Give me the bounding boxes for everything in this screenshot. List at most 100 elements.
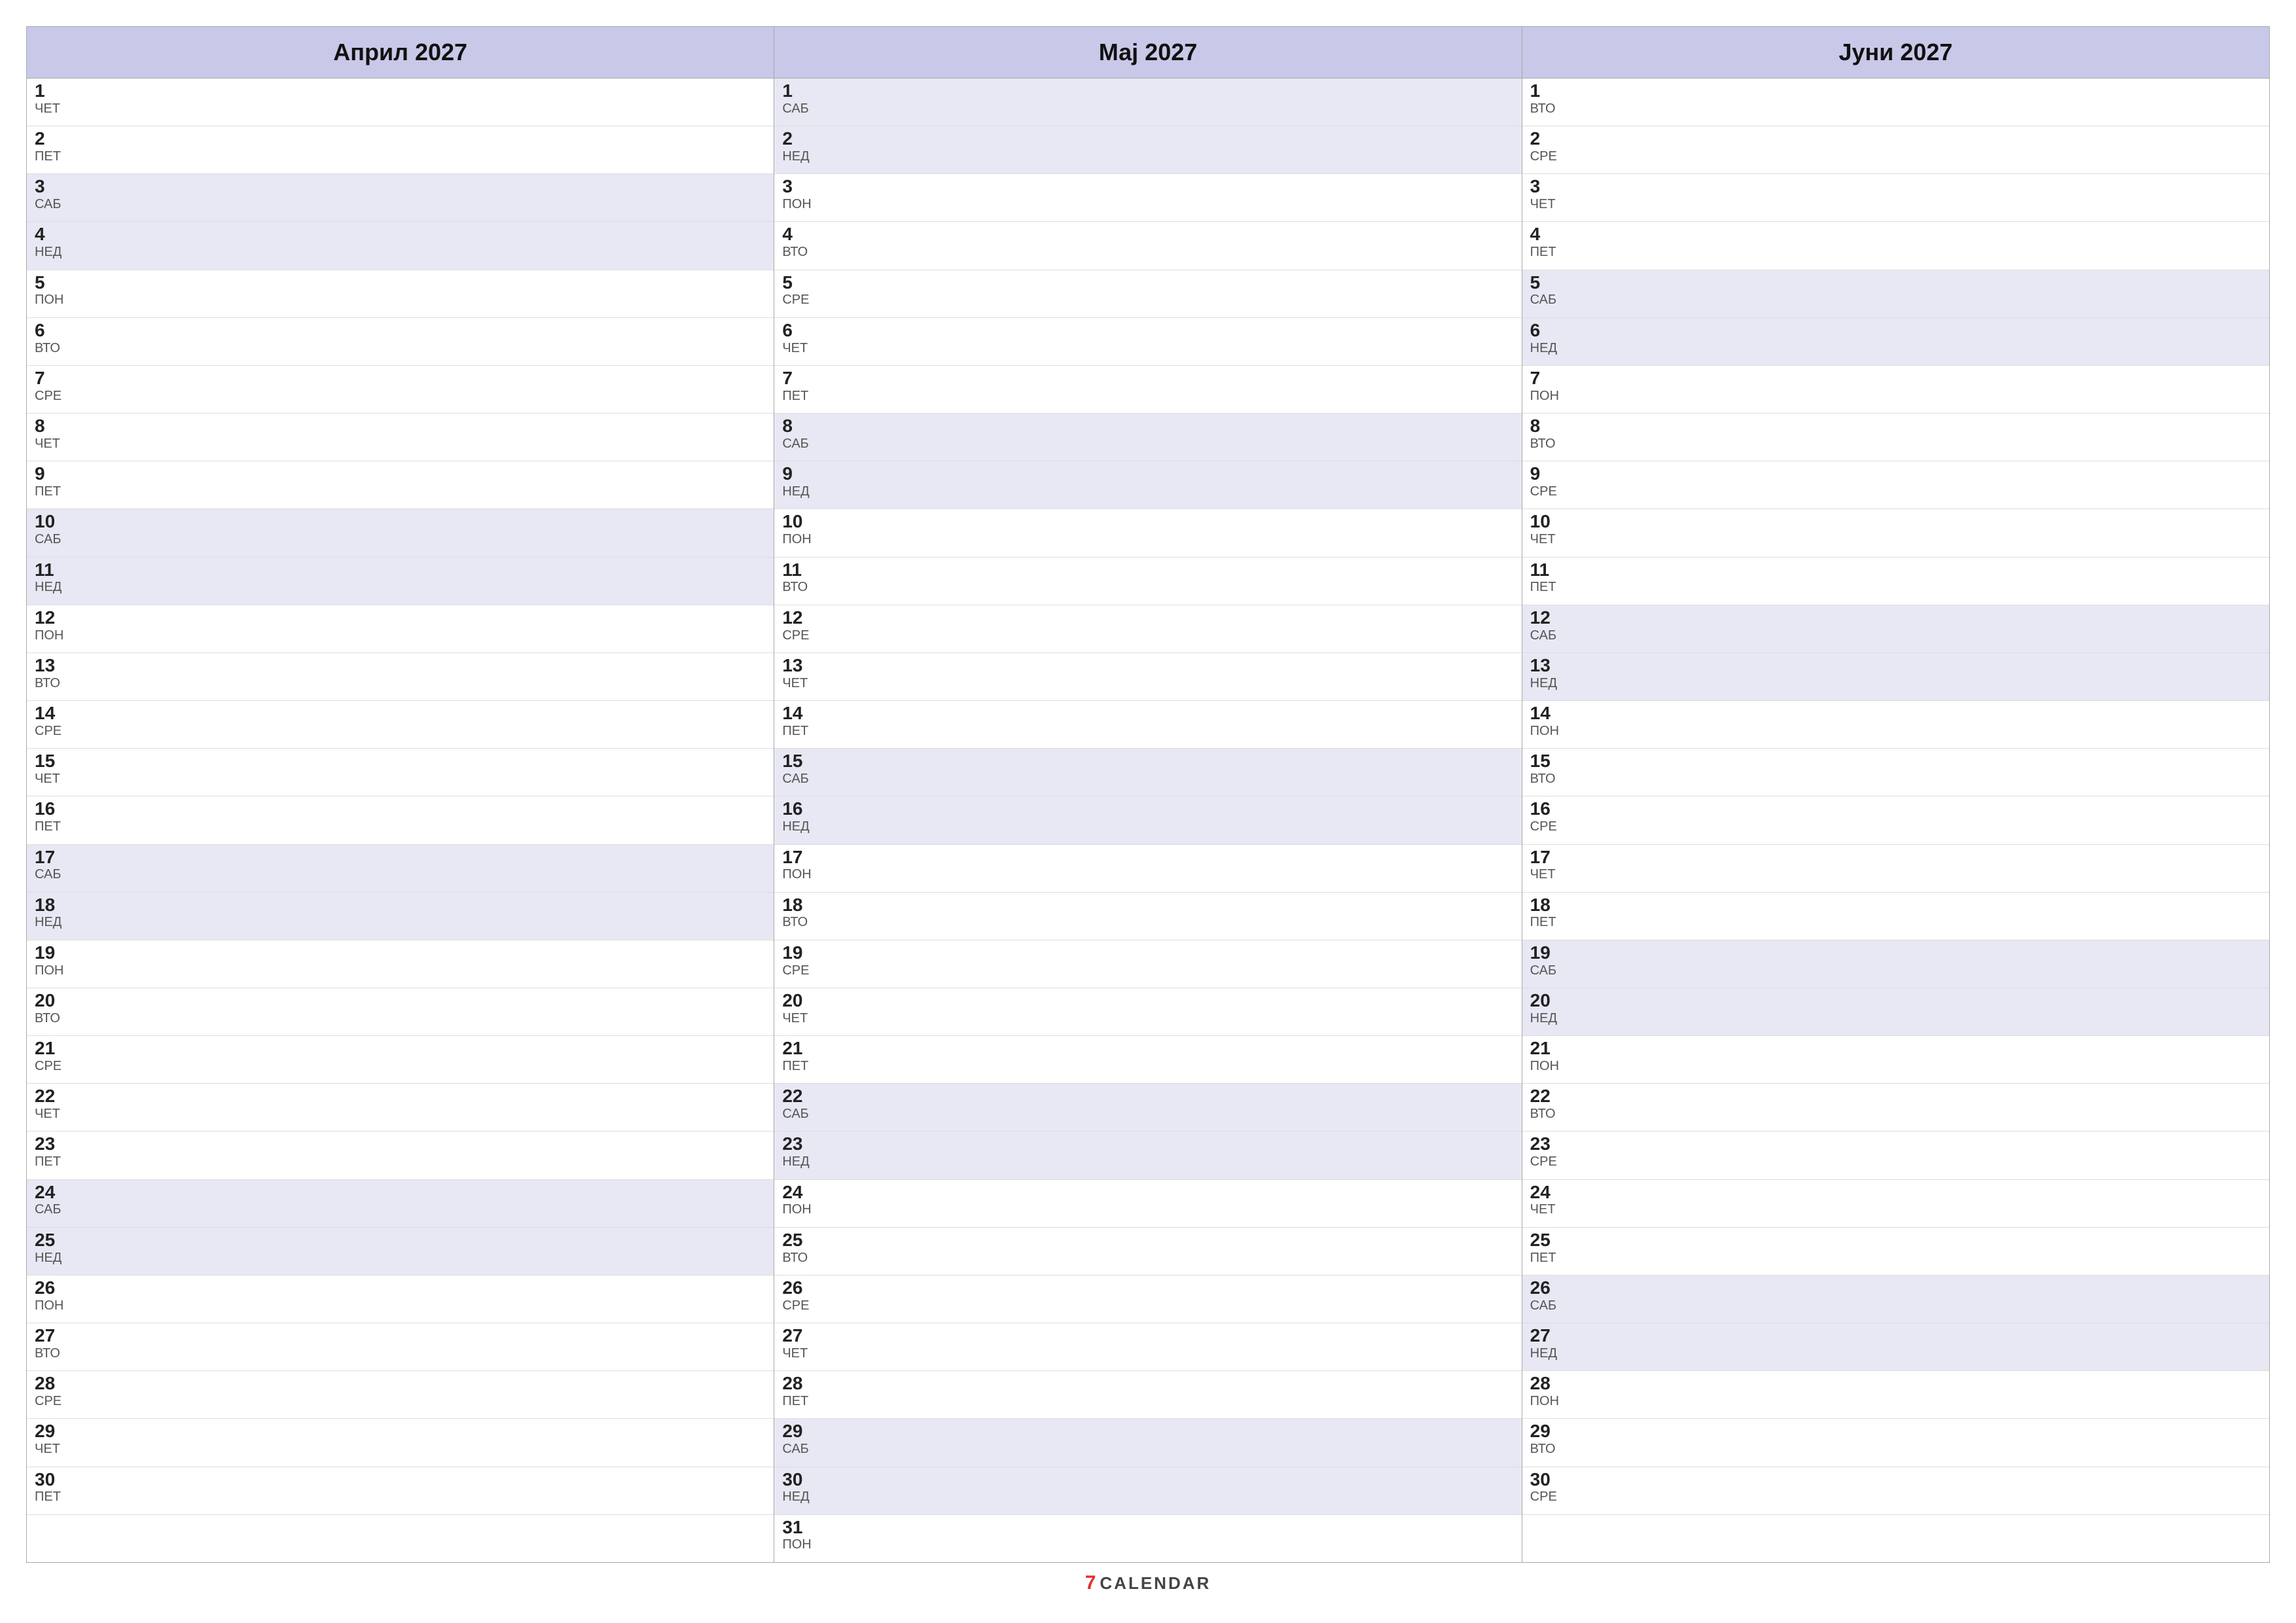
day-name: ПОН: [35, 293, 766, 307]
day-number: 21: [782, 1039, 1513, 1059]
day-name: СРЕ: [35, 1059, 766, 1073]
day-row: 3ЧЕТ: [1522, 174, 2269, 222]
footer-seven: 7: [1085, 1572, 1096, 1594]
day-row: 24ЧЕТ: [1522, 1180, 2269, 1228]
day-number: 5: [1530, 273, 2261, 293]
day-row: 28ПЕТ: [774, 1371, 1521, 1419]
day-name: САБ: [35, 197, 766, 211]
day-row: 28ПОН: [1522, 1371, 2269, 1419]
day-number: 3: [1530, 177, 2261, 197]
day-row: 17САБ: [27, 845, 774, 893]
day-name: СРЕ: [35, 1394, 766, 1408]
day-row: 19САБ: [1522, 940, 2269, 988]
day-row: 8ВТО: [1522, 414, 2269, 461]
month-header-2: Јуни 2027: [1522, 27, 2269, 79]
day-row: 11ПЕТ: [1522, 558, 2269, 605]
day-row-empty: [1522, 1515, 2269, 1562]
day-name: ПОН: [1530, 1059, 2261, 1073]
day-row: 10ПОН: [774, 509, 1521, 557]
day-number: 8: [35, 416, 766, 437]
day-name: НЕД: [782, 1154, 1513, 1169]
day-number: 23: [35, 1134, 766, 1154]
day-number: 13: [782, 656, 1513, 676]
day-number: 9: [1530, 464, 2261, 484]
day-number: 7: [782, 368, 1513, 389]
day-number: 19: [782, 943, 1513, 963]
day-number: 4: [35, 224, 766, 245]
day-row: 17ЧЕТ: [1522, 845, 2269, 893]
day-row: 6НЕД: [1522, 318, 2269, 366]
day-name: ВТО: [782, 245, 1513, 259]
day-number: 5: [782, 273, 1513, 293]
day-number: 15: [35, 751, 766, 772]
month-col-1: Мај 20271САБ2НЕД3ПОН4ВТО5СРЕ6ЧЕТ7ПЕТ8САБ…: [774, 27, 1522, 1562]
day-number: 28: [782, 1374, 1513, 1394]
day-number: 16: [35, 799, 766, 819]
day-number: 10: [35, 512, 766, 532]
day-number: 7: [1530, 368, 2261, 389]
day-row: 15ЧЕТ: [27, 749, 774, 796]
day-name: САБ: [1530, 963, 2261, 978]
day-name: ВТО: [782, 1251, 1513, 1265]
day-number: 24: [1530, 1183, 2261, 1203]
day-row: 13ВТО: [27, 653, 774, 701]
day-row: 27ЧЕТ: [774, 1323, 1521, 1371]
day-row: 10ЧЕТ: [1522, 509, 2269, 557]
day-row: 29ВТО: [1522, 1419, 2269, 1467]
day-number: 1: [782, 81, 1513, 101]
day-row-empty: [27, 1515, 774, 1562]
day-number: 31: [782, 1518, 1513, 1538]
day-name: НЕД: [782, 1489, 1513, 1504]
day-row: 5СРЕ: [774, 270, 1521, 318]
day-name: ЧЕТ: [782, 341, 1513, 355]
day-row: 23СРЕ: [1522, 1132, 2269, 1179]
day-name: САБ: [1530, 1298, 2261, 1313]
day-name: ВТО: [35, 341, 766, 355]
day-row: 1ЧЕТ: [27, 79, 774, 126]
day-row: 30НЕД: [774, 1467, 1521, 1515]
day-row: 26ПОН: [27, 1275, 774, 1323]
day-name: ПОН: [1530, 1394, 2261, 1408]
day-name: СРЕ: [782, 628, 1513, 643]
day-number: 11: [1530, 560, 2261, 580]
day-number: 5: [35, 273, 766, 293]
day-number: 7: [35, 368, 766, 389]
day-name: ПЕТ: [782, 724, 1513, 738]
day-name: ВТО: [35, 1346, 766, 1361]
day-name: СРЕ: [35, 724, 766, 738]
day-row: 7ПЕТ: [774, 366, 1521, 414]
day-name: ПЕТ: [782, 1394, 1513, 1408]
day-name: СРЕ: [1530, 1489, 2261, 1504]
day-row: 21ПЕТ: [774, 1036, 1521, 1084]
day-number: 26: [1530, 1278, 2261, 1298]
day-number: 20: [1530, 991, 2261, 1011]
day-row: 4ВТО: [774, 222, 1521, 270]
day-name: ЧЕТ: [782, 1011, 1513, 1026]
day-number: 12: [35, 608, 766, 628]
day-name: САБ: [1530, 293, 2261, 307]
day-name: САБ: [782, 772, 1513, 786]
day-name: СРЕ: [1530, 819, 2261, 834]
day-name: НЕД: [782, 819, 1513, 834]
day-row: 22ВТО: [1522, 1084, 2269, 1132]
day-row: 5ПОН: [27, 270, 774, 318]
day-number: 25: [1530, 1230, 2261, 1251]
day-name: ПОН: [782, 197, 1513, 211]
day-name: ПЕТ: [35, 1154, 766, 1169]
day-name: САБ: [35, 532, 766, 546]
day-row: 18ВТО: [774, 893, 1521, 940]
day-name: САБ: [782, 437, 1513, 451]
day-number: 9: [35, 464, 766, 484]
day-row: 2НЕД: [774, 126, 1521, 174]
day-number: 21: [1530, 1039, 2261, 1059]
day-name: ВТО: [782, 915, 1513, 929]
day-number: 22: [1530, 1086, 2261, 1107]
day-name: ВТО: [1530, 1107, 2261, 1121]
day-name: ЧЕТ: [1530, 197, 2261, 211]
day-name: ПОН: [782, 1202, 1513, 1217]
day-row: 7СРЕ: [27, 366, 774, 414]
day-name: ВТО: [1530, 772, 2261, 786]
month-col-0: Април 20271ЧЕТ2ПЕТ3САБ4НЕД5ПОН6ВТО7СРЕ8Ч…: [27, 27, 774, 1562]
day-row: 25ПЕТ: [1522, 1228, 2269, 1275]
day-name: ВТО: [782, 580, 1513, 594]
